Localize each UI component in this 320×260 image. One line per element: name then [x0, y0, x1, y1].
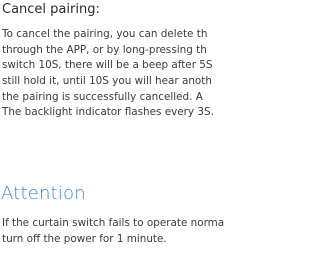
- manual-page: Cancel pairing: To cancel the pairing, y…: [0, 0, 277, 260]
- paragraph-line: To cancel the pairing, you can delete th: [2, 28, 208, 40]
- paragraph-line: switch 10S, there will be a beep after 5…: [2, 59, 213, 72]
- paragraph-line: through the APP, or by long-pressing th: [2, 43, 207, 56]
- attention-heading: Attention: [1, 183, 86, 204]
- paragraph-line: If the curtain switch fails to operate n…: [2, 217, 225, 229]
- cancel-pairing-paragraph: To cancel the pairing, you can delete th…: [2, 27, 214, 121]
- attention-paragraph: If the curtain switch fails to operate n…: [2, 215, 224, 247]
- cancel-pairing-title: Cancel pairing:: [2, 2, 100, 17]
- paragraph-line: turn off the power for 1 minute.: [2, 233, 167, 245]
- paragraph-line: the pairing is successfully cancelled. A: [2, 90, 203, 103]
- paragraph-line: The backlight indicator flashes every 3S…: [2, 106, 214, 119]
- paragraph-line: still hold it, until 10S you will hear a…: [2, 75, 212, 88]
